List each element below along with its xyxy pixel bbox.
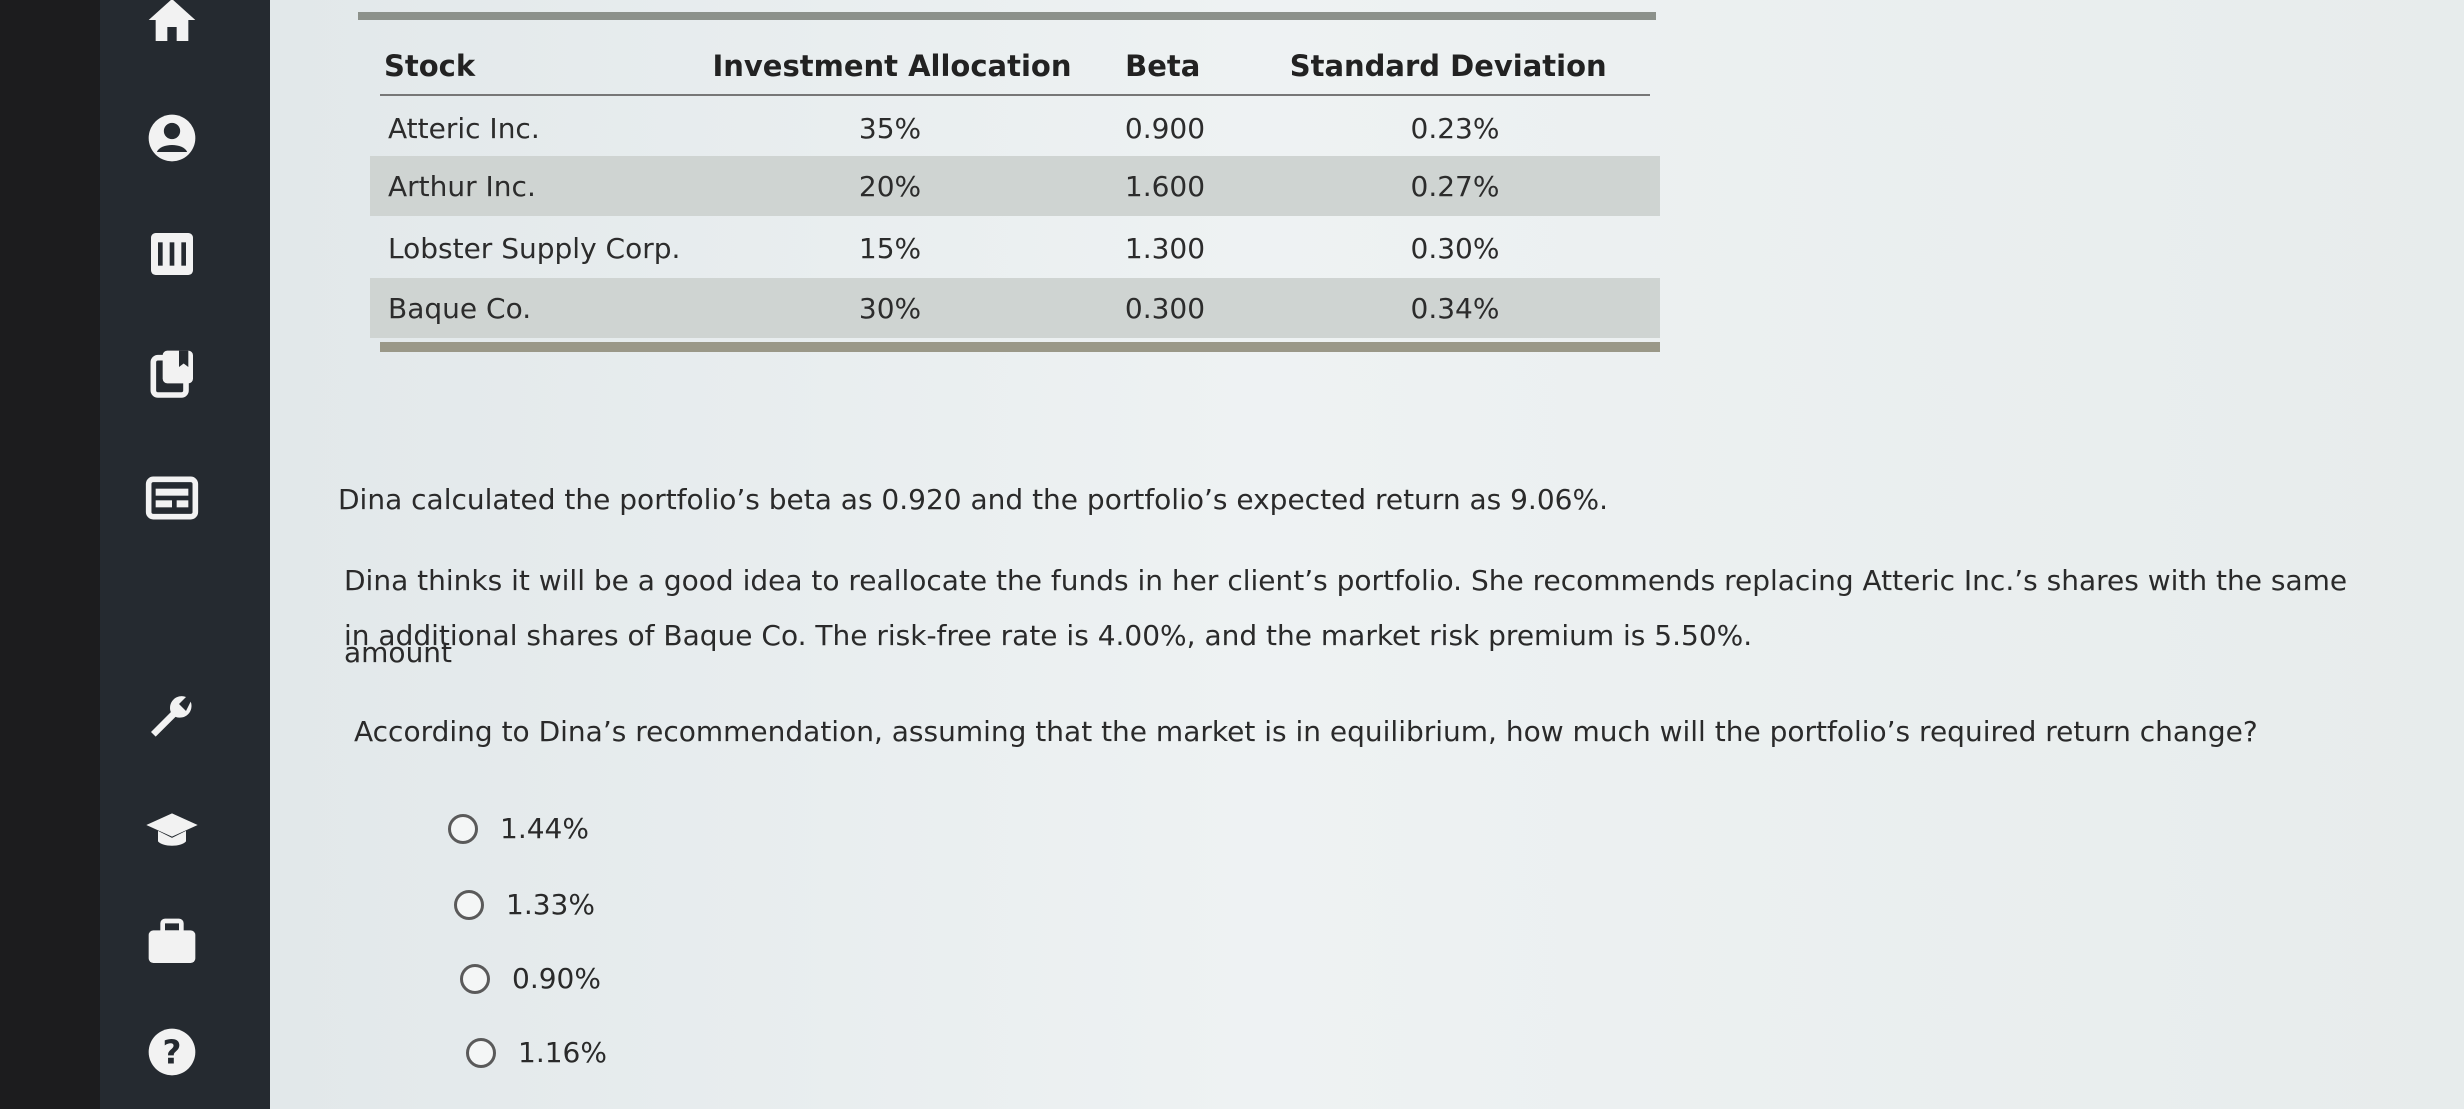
cell-std-dev: 0.30% — [1410, 231, 1500, 265]
option-label: 0.90% — [512, 962, 601, 995]
radio-button[interactable] — [460, 963, 490, 994]
option-label: 1.16% — [518, 1036, 607, 1069]
sidebar: ? — [100, 0, 370, 1109]
table-top-rule — [358, 12, 1656, 20]
cell-stock: Atteric Inc. — [388, 111, 540, 145]
table-row: Atteric Inc. 35% 0.900 0.23% — [370, 98, 1660, 158]
answer-option[interactable]: 0.90% — [460, 962, 601, 995]
header-stock: Stock — [384, 49, 476, 83]
cell-beta: 0.900 — [1124, 111, 1206, 145]
table-header: Stock Investment Allocation Beta Standar… — [380, 38, 1650, 96]
table-row: Arthur Inc. 20% 1.600 0.27% — [370, 156, 1660, 216]
option-label: 1.33% — [506, 888, 595, 921]
question-text: According to Dina’s recommendation, assu… — [354, 715, 2258, 748]
cell-beta: 1.600 — [1124, 169, 1206, 203]
answer-option[interactable]: 1.44% — [448, 812, 589, 845]
graduation-cap-icon[interactable] — [140, 800, 204, 864]
header-std-dev: Standard Deviation — [1289, 49, 1607, 83]
radio-button[interactable] — [448, 813, 478, 844]
header-allocation: Investment Allocation — [712, 49, 1072, 83]
cell-allocation: 35% — [858, 111, 922, 145]
option-label: 1.44% — [500, 812, 589, 845]
help-icon[interactable]: ? — [140, 1020, 204, 1084]
card-icon[interactable] — [140, 466, 204, 530]
main-content: Stock Investment Allocation Beta Standar… — [270, 0, 2464, 1109]
cell-allocation: 30% — [858, 291, 922, 325]
cell-beta: 1.300 — [1124, 231, 1206, 265]
cell-std-dev: 0.27% — [1410, 169, 1500, 203]
briefcase-icon[interactable] — [140, 910, 204, 974]
header-beta: Beta — [1125, 49, 1201, 83]
radio-button[interactable] — [466, 1037, 496, 1068]
answer-option[interactable]: 1.16% — [466, 1036, 607, 1069]
cell-stock: Lobster Supply Corp. — [388, 231, 681, 265]
table-row: Baque Co. 30% 0.300 0.34% — [370, 278, 1660, 338]
answer-option[interactable]: 1.33% — [454, 888, 595, 921]
cell-allocation: 15% — [858, 231, 922, 265]
wrench-icon[interactable] — [140, 686, 204, 750]
radio-button[interactable] — [454, 889, 484, 920]
cell-allocation: 20% — [858, 169, 922, 203]
paragraph-beta: Dina calculated the portfolio’s beta as … — [338, 483, 1608, 516]
book-icon[interactable] — [140, 342, 204, 406]
user-icon[interactable] — [140, 106, 204, 170]
table-bottom-rule — [380, 342, 1660, 352]
notes-icon[interactable] — [140, 222, 204, 286]
cell-std-dev: 0.23% — [1410, 111, 1500, 145]
cell-beta: 0.300 — [1124, 291, 1206, 325]
cell-std-dev: 0.34% — [1410, 291, 1500, 325]
svg-text:?: ? — [163, 1034, 182, 1072]
paragraph-reallocate-line2: in additional shares of Baque Co. The ri… — [344, 619, 1753, 652]
cell-stock: Arthur Inc. — [388, 169, 536, 203]
table-row: Lobster Supply Corp. 15% 1.300 0.30% — [370, 218, 1660, 278]
screen-bezel — [0, 0, 100, 1109]
cell-stock: Baque Co. — [388, 291, 532, 325]
home-icon[interactable] — [140, 0, 204, 52]
